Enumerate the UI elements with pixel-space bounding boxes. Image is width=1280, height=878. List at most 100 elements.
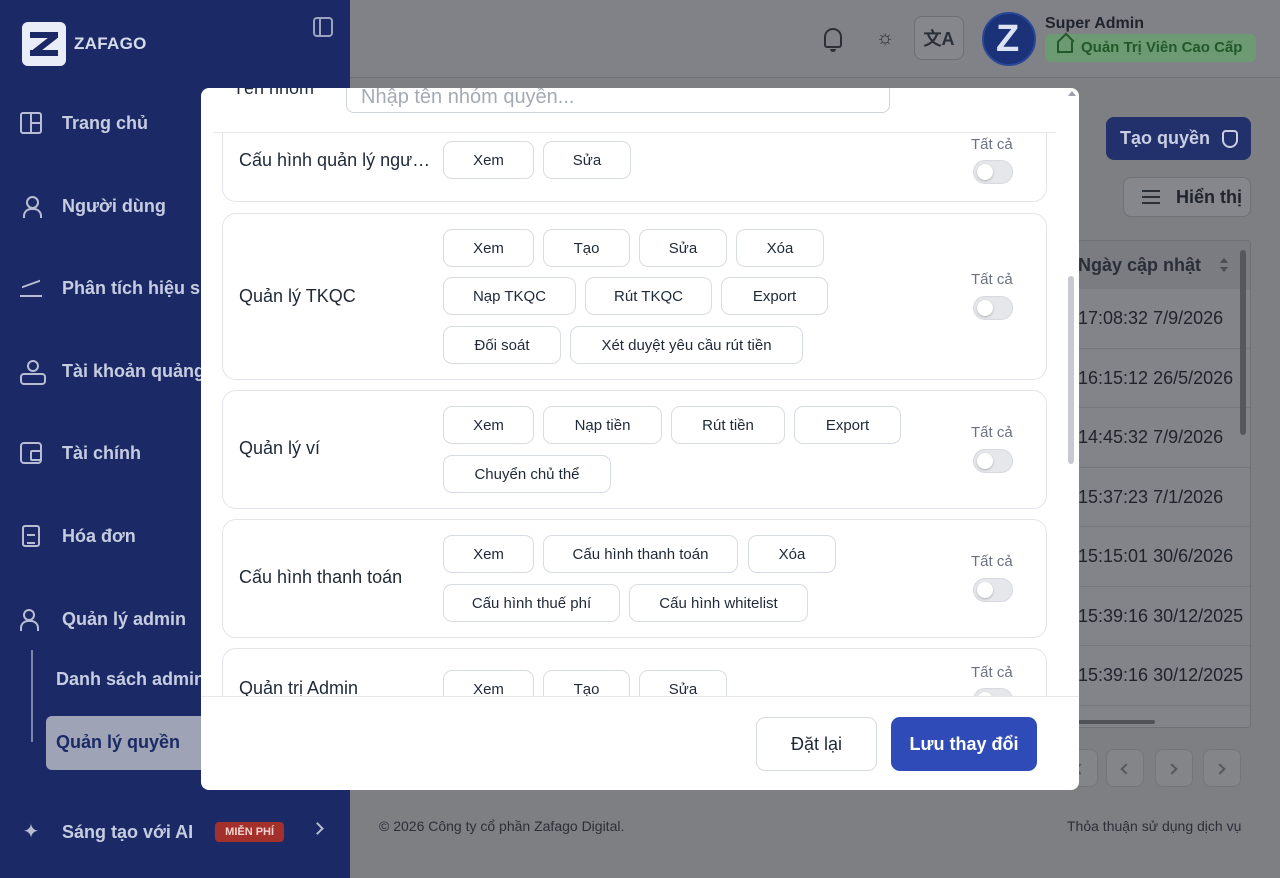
dashboard-icon — [20, 112, 42, 134]
brand-logo[interactable]: ZAFAGO — [22, 22, 147, 66]
permission-group-modal: Tên nhóm * Nhập tên nhóm quyền... Cấu hì… — [201, 88, 1079, 790]
pagination-next-button[interactable] — [1155, 749, 1193, 787]
perm-delete[interactable]: Xóa — [736, 229, 824, 267]
sun-icon: ☼ — [875, 26, 895, 49]
wallet-icon — [20, 442, 42, 464]
perm-view[interactable]: Xem — [443, 535, 534, 573]
sliders-icon — [1142, 190, 1160, 204]
perm-export[interactable]: Export — [721, 277, 828, 315]
select-all-toggle[interactable] — [973, 449, 1013, 473]
sidebar-item-label: Phân tích hiệu suấ — [62, 277, 222, 298]
column-header-updated-at[interactable]: Ngày cập nhật — [1061, 241, 1250, 289]
perm-whitelist-config[interactable]: Cấu hình whitelist — [629, 584, 808, 622]
table-cell: 15:39:16 30/12/2025 — [1061, 646, 1250, 706]
reset-button[interactable]: Đặt lại — [756, 717, 877, 771]
chart-icon — [20, 277, 42, 299]
group-name-input[interactable]: Nhập tên nhóm quyền... — [346, 88, 890, 113]
user-role-badge: Quản Trị Viên Cao Cấp — [1045, 34, 1257, 62]
notifications-button[interactable] — [808, 16, 858, 60]
perm-approve-withdrawal[interactable]: Xét duyệt yêu cầu rút tiền — [570, 326, 803, 364]
select-all-label: Tất cả — [971, 136, 1013, 153]
permission-section-ad-accounts: Quản lý TKQC Xem Tạo Sửa Xóa Nạp TKQC Rú… — [222, 213, 1047, 380]
table-cell: 15:15:01 30/6/2026 — [1061, 527, 1250, 587]
submenu-line — [31, 650, 33, 742]
perm-topup-ad-account[interactable]: Nạp TKQC — [443, 277, 576, 315]
perm-delete[interactable]: Xóa — [748, 535, 836, 573]
section-title: Quản lý ví — [239, 438, 321, 458]
pagination-last-button[interactable] — [1203, 749, 1241, 787]
footer-copyright: © 2026 Công ty cổ phần Zafago Digital. — [379, 818, 625, 834]
sidebar-subitem-admin-list[interactable]: Danh sách admin — [56, 669, 205, 690]
sidebar-collapse-icon[interactable] — [313, 17, 333, 37]
section-title: Quản trị Admin — [239, 678, 359, 696]
perm-create[interactable]: Tạo — [543, 229, 630, 267]
table-vertical-scrollbar[interactable] — [1240, 250, 1246, 435]
bell-icon — [824, 28, 842, 52]
section-title: Quản lý TKQC — [239, 286, 356, 306]
perm-reconcile[interactable]: Đối soát — [443, 326, 561, 364]
user-role-label: Quản Trị Viên Cao Cấp — [1081, 39, 1243, 56]
permission-section-payment-config: Cấu hình thanh toán Xem Cấu hình thanh t… — [222, 519, 1047, 638]
table-cell: 17:08:32 7/9/2026 — [1061, 289, 1250, 349]
table-horizontal-scrollbar[interactable] — [1075, 720, 1155, 724]
permissions-table: Ngày cập nhật 17:08:32 7/9/2026 16:15:12… — [1060, 240, 1251, 728]
brand-name: ZAFAGO — [74, 34, 147, 53]
perm-tax-fee-config[interactable]: Cấu hình thuế phí — [443, 584, 620, 622]
select-all-toggle[interactable] — [973, 160, 1013, 184]
perm-view[interactable]: Xem — [443, 141, 534, 179]
create-permission-button[interactable]: Tạo quyền — [1106, 117, 1251, 160]
select-all-toggle[interactable] — [973, 688, 1013, 696]
display-settings-label: Hiển thị — [1176, 186, 1242, 207]
perm-view[interactable]: Xem — [443, 670, 534, 696]
language-button[interactable]: 文A — [914, 16, 964, 60]
perm-payment-config[interactable]: Cấu hình thanh toán — [543, 535, 738, 573]
ad-account-icon — [20, 360, 46, 385]
section-title: Cấu hình thanh toán — [239, 567, 403, 587]
sidebar-item-label: Người dùng — [62, 195, 166, 216]
shield-icon — [1222, 129, 1239, 148]
perm-withdraw-ad-account[interactable]: Rút TKQC — [585, 277, 712, 315]
perm-edit[interactable]: Sửa — [639, 670, 727, 696]
chevron-right-icon — [311, 822, 324, 835]
avatar[interactable] — [982, 12, 1036, 66]
pagination-prev-button[interactable] — [1106, 749, 1144, 787]
group-name-label: Tên nhóm * — [233, 88, 327, 98]
display-settings-button[interactable]: Hiển thị — [1123, 177, 1251, 217]
sidebar-item-label: Tài khoản quảng c — [62, 360, 221, 381]
perm-create[interactable]: Tạo — [543, 670, 630, 696]
modal-scrollbar-thumb[interactable] — [1068, 276, 1074, 464]
select-all-label: Tất cả — [971, 553, 1013, 570]
perm-edit[interactable]: Sửa — [543, 141, 631, 179]
perm-export[interactable]: Export — [794, 406, 901, 444]
users-icon — [20, 608, 42, 631]
scroll-up-icon[interactable] — [1068, 91, 1076, 96]
sparkle-icon: ✦ — [22, 821, 40, 843]
free-badge: MIỄN PHÍ — [215, 822, 285, 842]
table-cell: 14:45:32 7/9/2026 — [1061, 408, 1250, 468]
select-all-toggle[interactable] — [973, 578, 1013, 602]
translate-icon: 文A — [923, 29, 955, 49]
perm-withdraw[interactable]: Rút tiền — [671, 406, 785, 444]
perm-transfer-owner[interactable]: Chuyển chủ thể — [443, 455, 611, 493]
top-header: ☼ 文A Super Admin Quản Trị Viên Cao Cấp — [350, 0, 1280, 78]
perm-deposit[interactable]: Nạp tiền — [543, 406, 662, 444]
save-changes-button[interactable]: Lưu thay đổi — [891, 717, 1037, 771]
table-cell: 16:15:12 26/5/2026 — [1061, 349, 1250, 408]
create-permission-label: Tạo quyền — [1120, 128, 1211, 148]
sidebar-item-ai[interactable]: ✦ Sáng tạo với AI MIỄN PHÍ — [20, 810, 340, 854]
user-icon — [20, 195, 42, 218]
sidebar-item-label: Tài chính — [62, 442, 142, 463]
perm-edit[interactable]: Sửa — [639, 229, 727, 267]
select-all-label: Tất cả — [971, 424, 1013, 441]
perm-view[interactable]: Xem — [443, 229, 534, 267]
select-all-toggle[interactable] — [973, 296, 1013, 320]
invoice-icon — [22, 525, 40, 547]
permissions-scroll-area[interactable]: Cấu hình quản lý người dùng Xem Sửa Tất … — [201, 133, 1079, 696]
sidebar-item-label: Quản lý admin — [62, 608, 187, 629]
table-cell: 15:39:16 30/12/2025 — [1061, 587, 1250, 646]
perm-view[interactable]: Xem — [443, 406, 534, 444]
permission-section-user-config: Cấu hình quản lý người dùng Xem Sửa Tất … — [222, 133, 1047, 202]
sort-icon[interactable] — [1220, 258, 1228, 272]
theme-toggle-button[interactable]: ☼ — [860, 16, 910, 60]
footer-terms-link[interactable]: Thỏa thuận sử dụng dịch vụ — [1067, 818, 1241, 834]
